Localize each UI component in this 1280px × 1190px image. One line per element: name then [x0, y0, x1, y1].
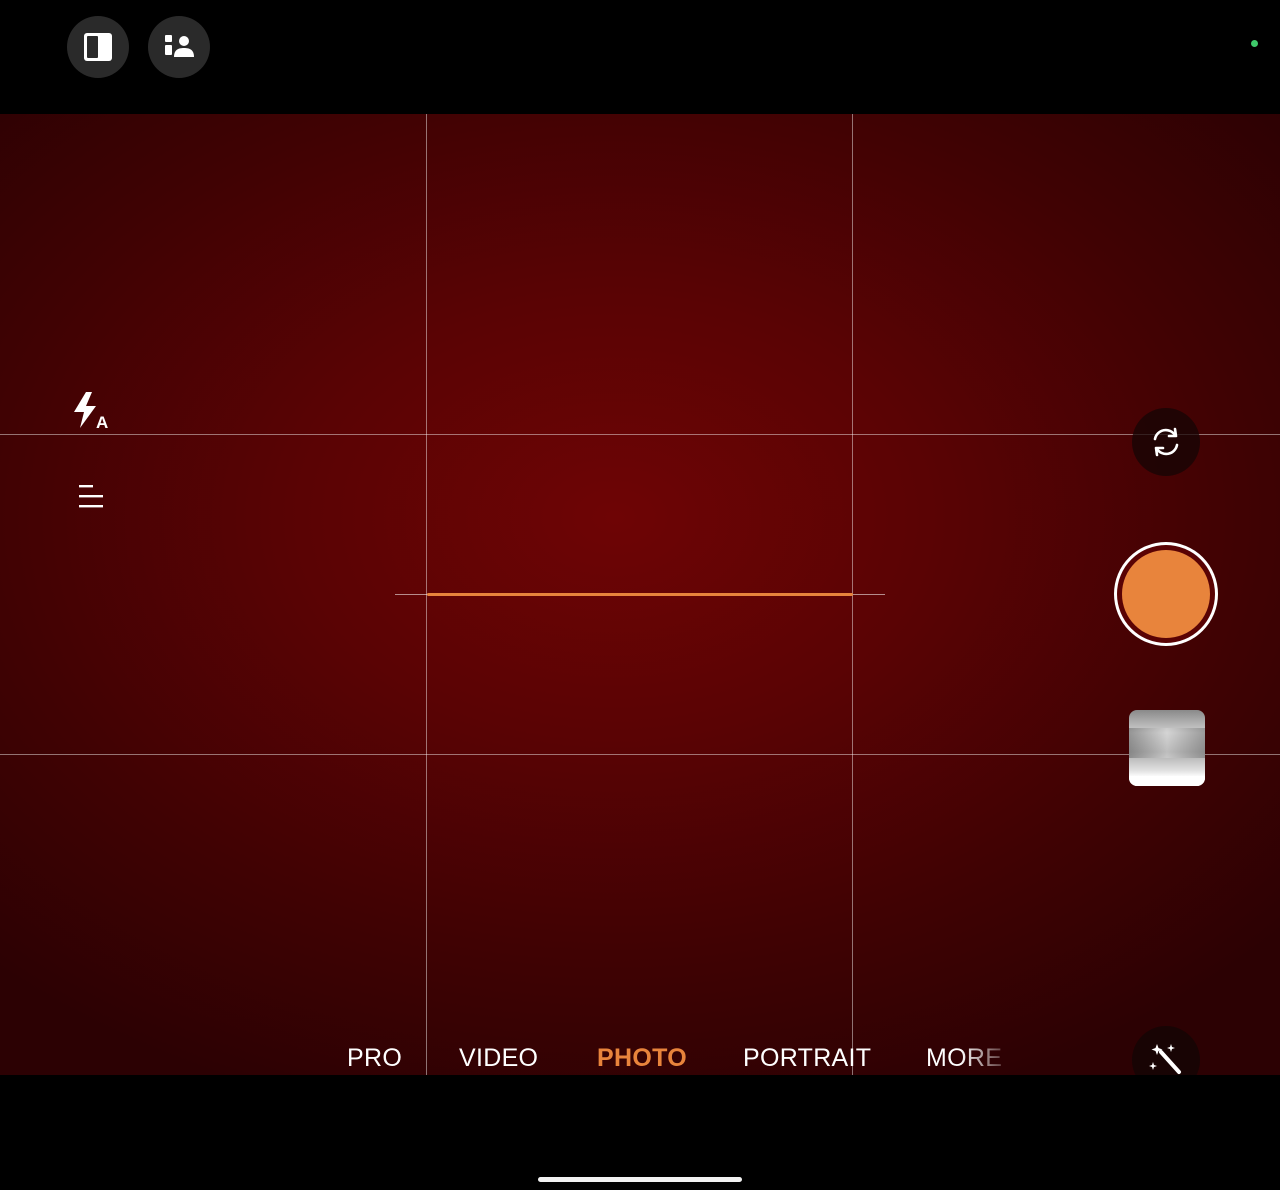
split-screen-icon — [84, 33, 112, 61]
grid-line-horizontal — [0, 754, 1280, 755]
mode-pro[interactable]: PRO — [347, 1044, 402, 1073]
flash-button[interactable]: A — [68, 388, 114, 434]
mode-more[interactable]: MORE — [926, 1044, 1002, 1073]
split-screen-button[interactable] — [67, 16, 129, 78]
shutter-ring — [1117, 545, 1215, 643]
level-indicator-accent — [427, 593, 853, 596]
grid-line-horizontal — [0, 434, 1280, 435]
bottom-bar — [0, 1075, 1280, 1190]
shutter-inner — [1122, 550, 1210, 638]
status-dot — [1251, 40, 1258, 47]
switch-camera-icon — [1153, 427, 1179, 457]
home-indicator[interactable] — [538, 1177, 742, 1182]
thumbnail-image — [1129, 728, 1205, 758]
person-icon — [165, 35, 194, 57]
menu-icon — [79, 485, 103, 508]
flash-auto-icon: A — [74, 392, 108, 432]
viewfinder[interactable]: A PRO VIDEO PHOTO PORTRAIT MORE — [0, 114, 1280, 1075]
mode-photo[interactable]: PHOTO — [597, 1044, 687, 1073]
thumbnail-caption-strip — [1129, 776, 1205, 786]
top-bar — [0, 0, 1280, 114]
camera-screen: A PRO VIDEO PHOTO PORTRAIT MORE — [0, 0, 1280, 1190]
settings-menu-button[interactable] — [70, 476, 112, 518]
mode-portrait[interactable]: PORTRAIT — [743, 1044, 871, 1073]
mode-video[interactable]: VIDEO — [459, 1044, 538, 1073]
gallery-thumbnail[interactable] — [1129, 710, 1205, 786]
switch-camera-button[interactable] — [1132, 408, 1200, 476]
mode-selector: PRO VIDEO PHOTO PORTRAIT MORE — [0, 1032, 1280, 1075]
flash-auto-badge: A — [96, 413, 108, 432]
person-button[interactable] — [148, 16, 210, 78]
shutter-button[interactable] — [1114, 542, 1218, 646]
